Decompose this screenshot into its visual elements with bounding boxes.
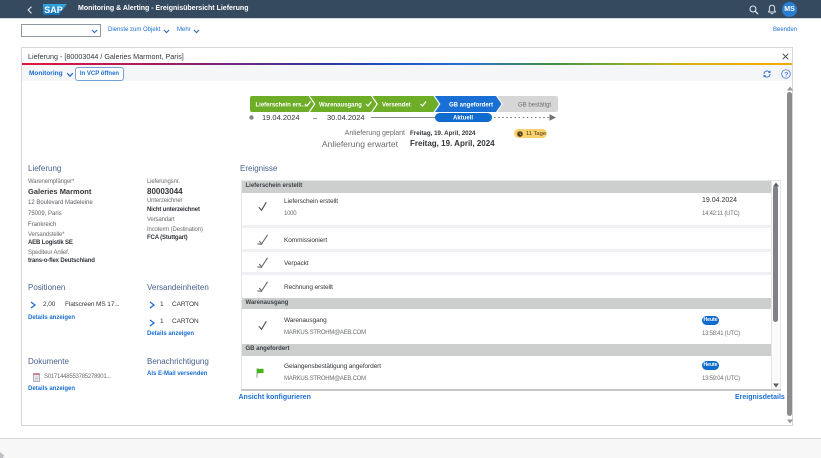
svg-text:?: ? xyxy=(784,71,788,78)
svg-text:19.04.2024: 19.04.2024 xyxy=(262,113,300,122)
svg-text:30.04.2024: 30.04.2024 xyxy=(327,113,365,122)
svg-text:Lieferschein ers...: Lieferschein ers... xyxy=(256,102,307,108)
svg-text:Versendet: Versendet xyxy=(382,102,411,108)
svg-text:–: – xyxy=(313,113,318,122)
svg-text:Warenausgang: Warenausgang xyxy=(319,102,362,108)
svg-text:GB bestätigt: GB bestätigt xyxy=(518,102,551,108)
svg-text:Aktuell: Aktuell xyxy=(453,116,473,122)
svg-text:SAP: SAP xyxy=(44,5,63,15)
svg-text:GB angefordert: GB angefordert xyxy=(449,102,493,108)
